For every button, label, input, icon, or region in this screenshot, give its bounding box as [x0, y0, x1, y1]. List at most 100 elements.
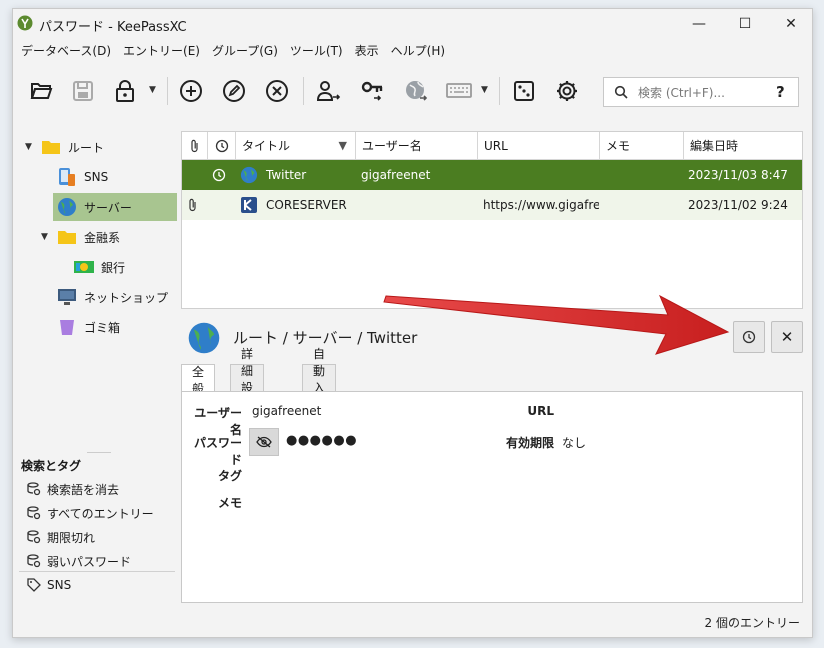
entry-preview-panel: ルート / サーバー / Twitter ✕ 全般 詳細設定 自動入力 ユーザー…: [181, 313, 803, 605]
group-label: ゴミ箱: [84, 320, 121, 335]
password-generator-icon: [514, 81, 534, 101]
entry-username: [361, 190, 477, 220]
group-netshop[interactable]: ネットショップ: [13, 283, 177, 311]
folder-icon: [42, 141, 60, 154]
entry-url: [483, 160, 599, 190]
group-sns[interactable]: SNS: [13, 163, 177, 191]
menu-help[interactable]: ヘルプ(H): [387, 39, 449, 63]
group-label: ルート: [68, 140, 105, 155]
autotype-dropdown-icon[interactable]: ▼: [481, 85, 488, 95]
lock-dropdown-icon[interactable]: ▼: [149, 85, 156, 95]
save-database-icon: [73, 81, 93, 101]
toolbar-separator: [499, 77, 500, 105]
notes-label: メモ: [217, 496, 242, 510]
copy-url-button[interactable]: [401, 75, 433, 107]
group-sidebar: ▼ ルート SNS サーバー ▼ 金融系 銀行 ネットショップ ゴミ箱 検索とタ…: [13, 123, 179, 617]
entry-modified: 2023/11/02 9:24: [688, 198, 788, 212]
column-header-title[interactable]: タイトル ▼: [236, 132, 356, 160]
entry-notes: [605, 190, 683, 220]
column-header-url[interactable]: URL: [478, 132, 600, 160]
column-header-modified[interactable]: 編集日時: [684, 132, 802, 160]
menu-entry[interactable]: エントリー(E): [119, 39, 204, 63]
coreserver-icon: [241, 197, 257, 213]
menu-bar: データベース(D) エントリー(E) グループ(G) ツール(T) 表示 ヘルプ…: [13, 39, 812, 63]
search-input[interactable]: [638, 84, 768, 102]
group-server[interactable]: サーバー: [53, 193, 177, 221]
close-window-button[interactable]: ✕: [768, 9, 812, 39]
table-row[interactable]: CORESERVER https://www.gigafre... 2023/1…: [182, 190, 802, 220]
tag-sns-item[interactable]: SNS: [27, 573, 71, 597]
maximize-button[interactable]: ☐: [722, 9, 768, 39]
sidebar-splitter[interactable]: [87, 452, 111, 453]
copy-password-icon: [361, 81, 383, 101]
password-generator-button[interactable]: [508, 75, 540, 107]
group-root[interactable]: ▼ ルート: [13, 133, 177, 161]
open-database-button[interactable]: [25, 75, 57, 107]
save-database-button[interactable]: [67, 75, 99, 107]
entry-notes: [605, 160, 683, 190]
expand-arrow-icon[interactable]: ▼: [41, 232, 48, 242]
delete-entry-icon: [266, 80, 288, 102]
expires-value: なし: [562, 436, 587, 450]
lock-database-icon: [116, 80, 134, 102]
group-label: ネットショップ: [84, 290, 169, 305]
globe-icon: [240, 166, 258, 184]
menu-view[interactable]: 表示: [351, 39, 383, 63]
toggle-password-visibility-button[interactable]: [249, 428, 279, 456]
group-bank[interactable]: 銀行: [13, 253, 177, 281]
paperclip-icon: [190, 139, 198, 152]
all-entries-item[interactable]: すべてのエントリー: [27, 501, 154, 525]
tab-autotype[interactable]: 自動入力: [302, 347, 337, 412]
general-tab-panel: ユーザー名 gigafreenet パスワード ●●●●●● タグ メモ URL…: [181, 391, 803, 603]
copy-username-button[interactable]: [313, 75, 345, 107]
trash-icon: [60, 320, 74, 335]
column-header-notes[interactable]: メモ: [600, 132, 684, 160]
clock-icon: [212, 168, 226, 182]
devices-icon: [59, 168, 75, 186]
group-finance[interactable]: ▼ 金融系: [13, 223, 177, 251]
keepassxc-logo-icon: [17, 15, 33, 31]
settings-icon: [557, 81, 577, 101]
expiry-history-button[interactable]: [733, 321, 765, 353]
search-db-icon: [27, 482, 41, 496]
expand-arrow-icon[interactable]: ▼: [25, 142, 32, 152]
delete-entry-button[interactable]: [261, 75, 293, 107]
menu-database[interactable]: データベース(D): [17, 39, 115, 63]
group-recycle-bin[interactable]: ゴミ箱: [13, 313, 177, 341]
search-item-label: 期限切れ: [47, 530, 96, 545]
entry-title: Twitter: [266, 168, 307, 182]
clear-search-item[interactable]: 検索語を消去: [27, 477, 119, 501]
table-row[interactable]: Twitter gigafreenet 2023/11/03 8:47: [182, 160, 802, 190]
lock-database-button[interactable]: [109, 75, 141, 107]
column-header-attachment[interactable]: [182, 132, 208, 160]
close-preview-button[interactable]: ✕: [771, 321, 803, 353]
tab-advanced[interactable]: 詳細設定: [230, 347, 265, 412]
group-label: SNS: [84, 170, 109, 184]
folder-icon: [58, 231, 76, 244]
search-item-label: すべてのエントリー: [47, 506, 154, 521]
search-db-icon: [27, 506, 41, 520]
edit-entry-button[interactable]: [218, 75, 250, 107]
tab-general[interactable]: 全般: [181, 364, 216, 396]
add-entry-button[interactable]: [175, 75, 207, 107]
column-header-username[interactable]: ユーザー名: [356, 132, 478, 160]
autotype-button[interactable]: [443, 75, 475, 107]
entry-username: gigafreenet: [361, 168, 431, 182]
copy-password-button[interactable]: [357, 75, 389, 107]
tags-label: タグ: [217, 469, 242, 483]
settings-button[interactable]: [551, 75, 583, 107]
menu-tools[interactable]: ツール(T): [286, 39, 347, 63]
expired-item[interactable]: 期限切れ: [27, 525, 95, 549]
tag-icon: [27, 578, 41, 592]
autotype-icon: [446, 83, 472, 98]
search-db-icon: [27, 530, 41, 544]
sort-descending-icon: ▼: [338, 139, 347, 152]
minimize-button[interactable]: —: [676, 9, 722, 39]
tag-label: SNS: [47, 578, 72, 592]
open-database-icon: [30, 83, 53, 99]
search-help-icon[interactable]: ?: [776, 83, 785, 101]
search-field[interactable]: ?: [603, 77, 799, 107]
column-header-expires[interactable]: [208, 132, 236, 160]
weak-passwords-item[interactable]: 弱いパスワード: [27, 549, 131, 573]
menu-group[interactable]: グループ(G): [208, 39, 282, 63]
